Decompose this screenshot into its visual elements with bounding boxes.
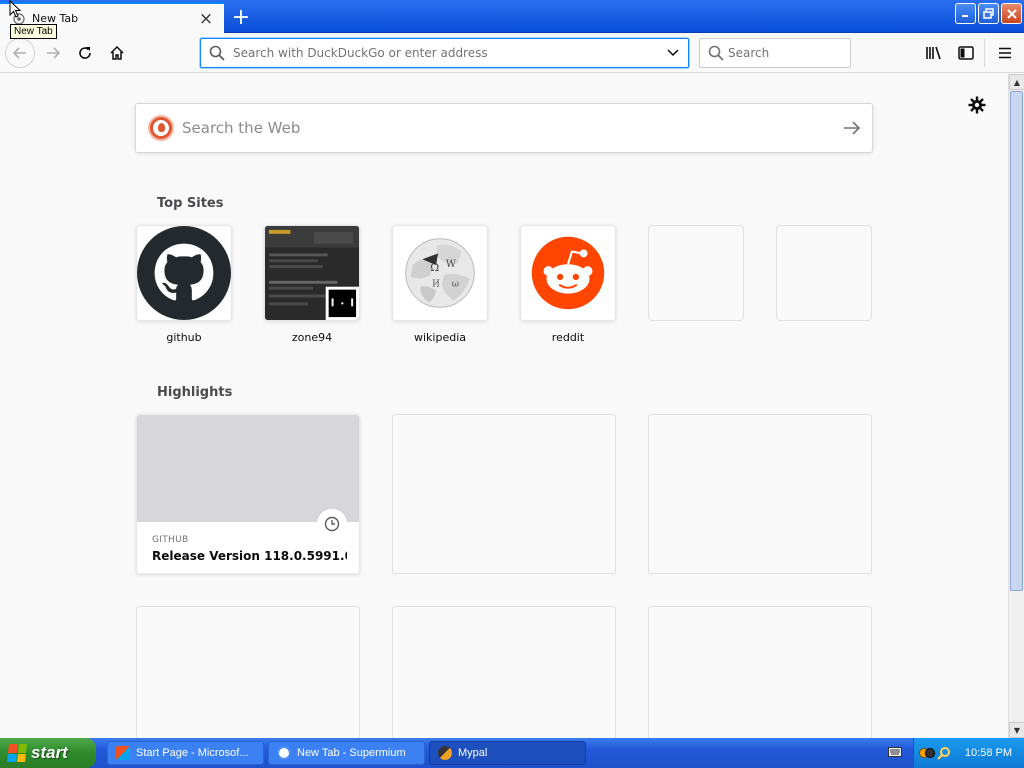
svg-text:И: И (432, 280, 440, 290)
new-tab-page: Top Sites github (0, 74, 1008, 738)
tab-strip: New Tab × + (0, 0, 1024, 33)
highlight-source: GITHUB (152, 535, 189, 545)
search-submit-arrow-icon[interactable] (832, 120, 872, 136)
highlight-placeholder (648, 606, 872, 738)
highlight-card[interactable]: GITHUB Release Version 118.0.5991.0 · ..… (136, 414, 360, 574)
sidebar-button[interactable] (951, 38, 981, 68)
search-input[interactable] (728, 46, 878, 60)
new-tab-button[interactable]: + (228, 4, 254, 30)
clock-icon (317, 509, 347, 539)
toolbar-divider (984, 39, 985, 67)
highlight-placeholder (136, 606, 360, 738)
top-site-label: wikipedia (413, 331, 466, 344)
top-site-placeholder (648, 225, 744, 321)
tab-close-icon[interactable]: × (196, 9, 216, 29)
tab-tooltip: New Tab (10, 24, 57, 39)
browser-icon (277, 746, 291, 760)
search-icon (708, 45, 724, 61)
mouse-cursor-icon (9, 0, 22, 18)
start-button[interactable]: start (0, 738, 96, 768)
highlight-placeholder (648, 414, 872, 574)
taskbar-item-mypal[interactable]: Mypal (429, 741, 586, 765)
back-button[interactable] (5, 38, 35, 68)
start-label: start (31, 743, 68, 762)
highlight-placeholder (392, 606, 616, 738)
highlight-preview (137, 415, 359, 522)
library-button[interactable] (919, 38, 949, 68)
zone94-screenshot-thumbnail (265, 226, 359, 320)
arrow-left-icon (12, 47, 26, 59)
navigation-toolbar (0, 33, 1024, 73)
top-site-tile[interactable]: Ω W И ω (392, 225, 488, 321)
top-site-tile[interactable] (136, 225, 232, 321)
taskbar-item-label: New Tab - Supermium (297, 747, 406, 759)
highlight-placeholder (392, 414, 616, 574)
scroll-up-arrow-icon[interactable]: ▲ (1009, 74, 1024, 90)
taskbar-item-label: Mypal (458, 747, 488, 759)
clock: 10:58 PM (964, 747, 1012, 759)
reddit-logo-icon (531, 236, 605, 310)
taskbar-item-new-tab[interactable]: New Tab - Supermium (268, 741, 425, 765)
github-logo-icon (137, 226, 231, 320)
reload-icon (79, 47, 91, 59)
gear-icon[interactable] (966, 94, 988, 116)
windows-taskbar: start Start Page - Microsof... New Tab -… (0, 738, 1024, 768)
vertical-scrollbar[interactable]: ▲ ▼ (1008, 74, 1024, 738)
address-bar[interactable] (200, 38, 689, 68)
top-site-label: github (166, 331, 202, 344)
menu-button[interactable] (990, 38, 1020, 68)
top-site-label: zone94 (291, 331, 333, 344)
window-controls (955, 3, 1022, 24)
home-button[interactable] (102, 38, 132, 68)
minimize-button[interactable] (955, 3, 976, 24)
windows-logo-icon (7, 744, 27, 762)
system-tray: 10:58 PM (913, 738, 1024, 768)
restore-button[interactable] (978, 3, 999, 24)
highlight-title: Release Version 118.0.5991.0 · ... (152, 549, 347, 563)
search-tray-icon[interactable] (937, 746, 951, 760)
library-icon (926, 46, 941, 60)
taskbar-item-label: Start Page - Microsof... (136, 747, 249, 759)
web-search-box[interactable] (135, 103, 873, 153)
reload-button[interactable] (70, 38, 100, 68)
tray-app-icon[interactable] (918, 746, 935, 760)
search-bar[interactable] (699, 38, 878, 68)
svg-text:W: W (446, 259, 457, 270)
search-icon (209, 45, 229, 61)
top-site-reddit[interactable]: reddit (520, 225, 616, 344)
scroll-down-arrow-icon[interactable]: ▼ (1009, 722, 1024, 738)
top-site-empty (776, 225, 872, 331)
app-icon (116, 746, 130, 760)
taskbar-item-start-page[interactable]: Start Page - Microsof... (107, 741, 264, 765)
hamburger-menu-icon (999, 47, 1011, 59)
mypal-icon (438, 746, 452, 760)
highlights-heading: Highlights (157, 385, 233, 400)
top-site-wikipedia[interactable]: Ω W И ω wikipedia (392, 225, 488, 344)
arrow-right-icon (47, 47, 61, 59)
top-sites-heading: Top Sites (157, 196, 224, 211)
chevron-down-icon[interactable] (658, 49, 688, 57)
top-site-placeholder (776, 225, 872, 321)
top-site-tile[interactable] (264, 225, 360, 321)
duckduckgo-logo-icon (148, 115, 174, 141)
keyboard-icon[interactable] (888, 746, 902, 758)
home-icon (110, 45, 124, 60)
forward-button[interactable] (38, 38, 68, 68)
wikipedia-globe-icon: Ω W И ω (405, 238, 475, 308)
address-input[interactable] (233, 46, 658, 60)
top-site-zone94[interactable]: zone94 (264, 225, 360, 344)
top-site-github[interactable]: github (136, 225, 232, 344)
sidebar-icon (958, 46, 974, 60)
top-site-empty (648, 225, 744, 331)
top-site-tile[interactable] (520, 225, 616, 321)
scrollbar-thumb[interactable] (1010, 91, 1023, 591)
top-site-label: reddit (551, 331, 585, 344)
web-search-input[interactable] (182, 119, 832, 137)
close-window-button[interactable] (1001, 3, 1022, 24)
svg-text:ω: ω (452, 280, 459, 290)
